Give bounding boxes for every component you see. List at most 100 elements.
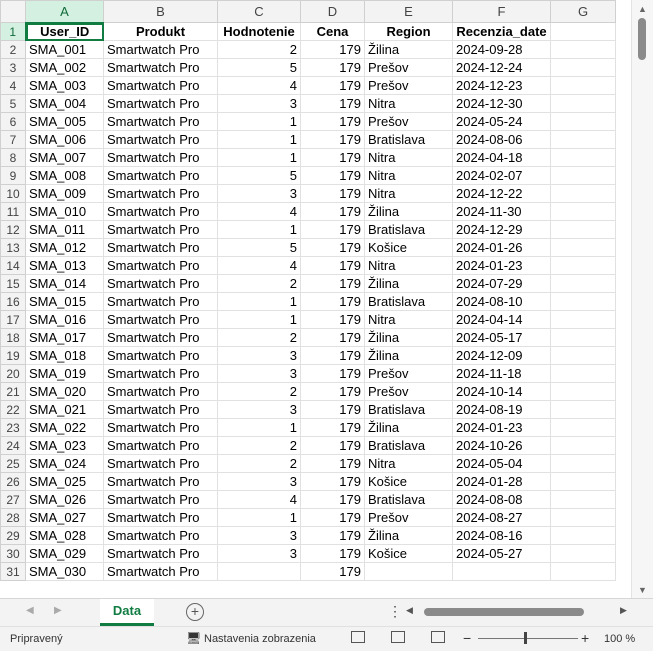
- row-header[interactable]: 12: [0, 220, 26, 239]
- cell[interactable]: 1: [217, 292, 301, 311]
- cell[interactable]: [550, 202, 616, 221]
- cell[interactable]: [550, 490, 616, 509]
- cell[interactable]: SMA_019: [25, 364, 104, 383]
- cell[interactable]: Smartwatch Pro: [103, 364, 218, 383]
- zoom-level[interactable]: 100 %: [604, 633, 635, 645]
- cell[interactable]: 2024-11-18: [452, 364, 551, 383]
- cell[interactable]: Smartwatch Pro: [103, 472, 218, 491]
- cell[interactable]: Smartwatch Pro: [103, 508, 218, 527]
- cell[interactable]: 179: [300, 508, 365, 527]
- cell[interactable]: 179: [300, 130, 365, 149]
- cell[interactable]: [217, 562, 301, 581]
- cell[interactable]: Bratislava: [364, 220, 453, 239]
- header-cell[interactable]: Cena: [300, 22, 365, 41]
- cell[interactable]: 2024-05-04: [452, 454, 551, 473]
- cell[interactable]: 4: [217, 490, 301, 509]
- cell[interactable]: 2024-12-24: [452, 58, 551, 77]
- row-header[interactable]: 24: [0, 436, 26, 455]
- cell[interactable]: SMA_028: [25, 526, 104, 545]
- cell[interactable]: Smartwatch Pro: [103, 562, 218, 581]
- cell[interactable]: [550, 364, 616, 383]
- cell[interactable]: [550, 562, 616, 581]
- row-header[interactable]: 27: [0, 490, 26, 509]
- row-header[interactable]: 4: [0, 76, 26, 95]
- cell[interactable]: 2: [217, 274, 301, 293]
- cell[interactable]: [550, 382, 616, 401]
- cell[interactable]: SMA_021: [25, 400, 104, 419]
- cell[interactable]: 2024-08-08: [452, 490, 551, 509]
- cell[interactable]: 179: [300, 436, 365, 455]
- cell[interactable]: 179: [300, 202, 365, 221]
- cell[interactable]: [550, 94, 616, 113]
- cell[interactable]: 5: [217, 166, 301, 185]
- row-header[interactable]: 21: [0, 382, 26, 401]
- cell[interactable]: Nitra: [364, 184, 453, 203]
- display-settings-button[interactable]: Nastavenia zobrazenia: [204, 633, 316, 645]
- cell[interactable]: Prešov: [364, 508, 453, 527]
- cell[interactable]: [550, 184, 616, 203]
- cell[interactable]: SMA_012: [25, 238, 104, 257]
- cell[interactable]: [550, 310, 616, 329]
- column-header-f[interactable]: F: [452, 0, 551, 23]
- cell[interactable]: SMA_005: [25, 112, 104, 131]
- row-header[interactable]: 19: [0, 346, 26, 365]
- cell[interactable]: 2024-01-23: [452, 418, 551, 437]
- add-sheet-button[interactable]: +: [186, 603, 204, 621]
- cell[interactable]: 3: [217, 364, 301, 383]
- row-header[interactable]: 30: [0, 544, 26, 563]
- cell[interactable]: 2024-09-28: [452, 40, 551, 59]
- cell[interactable]: Žilina: [364, 274, 453, 293]
- cell[interactable]: 179: [300, 472, 365, 491]
- cell[interactable]: [550, 292, 616, 311]
- right-arrow-icon[interactable]: ▶: [54, 605, 62, 616]
- cell[interactable]: 2024-01-23: [452, 256, 551, 275]
- cell[interactable]: 2024-04-18: [452, 148, 551, 167]
- sheet-tab-data[interactable]: Data: [100, 599, 154, 626]
- cell[interactable]: Nitra: [364, 94, 453, 113]
- cell[interactable]: SMA_013: [25, 256, 104, 275]
- cell[interactable]: Smartwatch Pro: [103, 526, 218, 545]
- cell[interactable]: SMA_006: [25, 130, 104, 149]
- cell[interactable]: Bratislava: [364, 436, 453, 455]
- vertical-scrollbar[interactable]: ▲ ▼: [631, 0, 653, 598]
- cell[interactable]: 179: [300, 328, 365, 347]
- row-header[interactable]: 14: [0, 256, 26, 275]
- cell[interactable]: 2024-04-14: [452, 310, 551, 329]
- cell[interactable]: Košice: [364, 544, 453, 563]
- cell[interactable]: Prešov: [364, 58, 453, 77]
- column-header-d[interactable]: D: [300, 0, 365, 23]
- cell[interactable]: 3: [217, 526, 301, 545]
- row-header[interactable]: 9: [0, 166, 26, 185]
- cell[interactable]: Smartwatch Pro: [103, 148, 218, 167]
- cell[interactable]: 4: [217, 76, 301, 95]
- cell[interactable]: SMA_011: [25, 220, 104, 239]
- row-header[interactable]: 7: [0, 130, 26, 149]
- cell[interactable]: 2024-12-30: [452, 94, 551, 113]
- cell[interactable]: 1: [217, 112, 301, 131]
- more-options-icon[interactable]: ⋮: [388, 603, 402, 620]
- cell[interactable]: 179: [300, 112, 365, 131]
- cell[interactable]: 3: [217, 184, 301, 203]
- cell[interactable]: 179: [300, 166, 365, 185]
- cell[interactable]: 179: [300, 256, 365, 275]
- cell[interactable]: SMA_001: [25, 40, 104, 59]
- cell[interactable]: Nitra: [364, 256, 453, 275]
- row-header[interactable]: 28: [0, 508, 26, 527]
- cell[interactable]: Smartwatch Pro: [103, 220, 218, 239]
- cell[interactable]: 179: [300, 382, 365, 401]
- cell[interactable]: Smartwatch Pro: [103, 256, 218, 275]
- cell[interactable]: 179: [300, 418, 365, 437]
- cell[interactable]: SMA_018: [25, 346, 104, 365]
- cell[interactable]: [550, 112, 616, 131]
- cell[interactable]: [550, 256, 616, 275]
- cell[interactable]: 2024-08-10: [452, 292, 551, 311]
- cell[interactable]: 179: [300, 400, 365, 419]
- cell[interactable]: Smartwatch Pro: [103, 184, 218, 203]
- cell[interactable]: [550, 400, 616, 419]
- horizontal-scrollbar[interactable]: ◀ ▶: [404, 603, 632, 619]
- up-arrow-icon[interactable]: ▲: [638, 4, 647, 14]
- column-header-c[interactable]: C: [217, 0, 301, 23]
- cell[interactable]: 2024-07-29: [452, 274, 551, 293]
- cell[interactable]: 2024-08-27: [452, 508, 551, 527]
- cell[interactable]: Nitra: [364, 166, 453, 185]
